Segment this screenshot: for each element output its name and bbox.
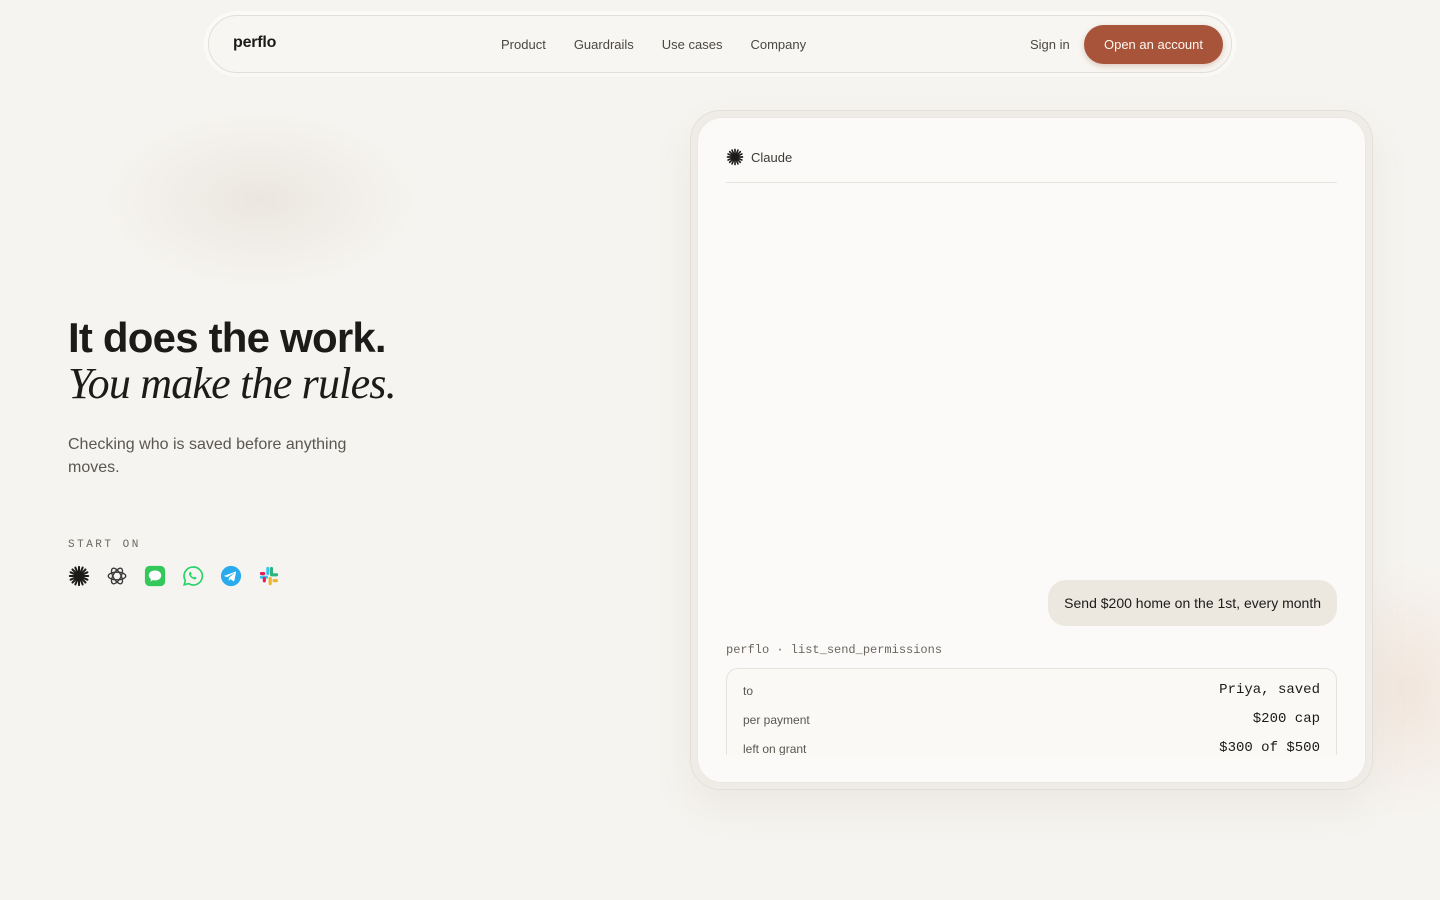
chat-header-divider <box>726 182 1337 183</box>
claude-icon <box>726 148 744 166</box>
logo[interactable]: perflo <box>233 34 276 52</box>
tool-row-per-payment: per payment $200 cap <box>743 710 1320 730</box>
hero-subtitle-italic: You make the rules. <box>68 359 397 408</box>
tool-row-label: to <box>743 684 754 698</box>
imessage-icon[interactable] <box>144 565 166 587</box>
chatgpt-icon[interactable] <box>106 565 128 587</box>
user-message-bubble: Send $200 home on the 1st, every month <box>1048 580 1337 626</box>
assistant-name: Claude <box>751 149 793 165</box>
nav-link-use-cases[interactable]: Use cases <box>662 37 723 52</box>
slack-icon[interactable] <box>258 565 280 587</box>
whatsapp-icon[interactable] <box>182 565 204 587</box>
nav-link-company[interactable]: Company <box>750 37 806 52</box>
start-on-label: START ON <box>68 539 141 551</box>
sign-in-link[interactable]: Sign in <box>1030 37 1070 52</box>
tool-row-label: left on grant <box>743 742 807 756</box>
tool-row-to: to Priya, saved <box>743 681 1320 701</box>
chat-demo-card: Claude Send $200 home on the 1st, every … <box>690 110 1373 790</box>
hero-description: Checking who is saved before anything mo… <box>68 436 347 476</box>
claude-icon[interactable] <box>68 565 90 587</box>
platform-list <box>68 565 296 587</box>
background-glow <box>100 110 420 290</box>
nav-link-product[interactable]: Product <box>501 37 546 52</box>
tool-row-value: $300 of $500 <box>1219 740 1320 756</box>
tool-row-value: $200 cap <box>1252 711 1320 727</box>
hero-title: It does the work. <box>68 314 387 361</box>
tool-row-label: per payment <box>743 713 810 727</box>
nav-links: Product Guardrails Use cases Company <box>501 37 834 52</box>
chat-header: Claude <box>726 148 792 166</box>
open-account-button[interactable]: Open an account <box>1084 25 1223 64</box>
tool-call-label: perflo · list_send_permissions <box>726 643 943 657</box>
chat-window: Claude Send $200 home on the 1st, every … <box>697 117 1366 783</box>
telegram-icon[interactable] <box>220 565 242 587</box>
chat-scroll-fade <box>698 755 1365 782</box>
top-nav: perflo Product Guardrails Use cases Comp… <box>208 15 1232 73</box>
nav-link-guardrails[interactable]: Guardrails <box>574 37 634 52</box>
tool-row-value: Priya, saved <box>1219 682 1320 698</box>
